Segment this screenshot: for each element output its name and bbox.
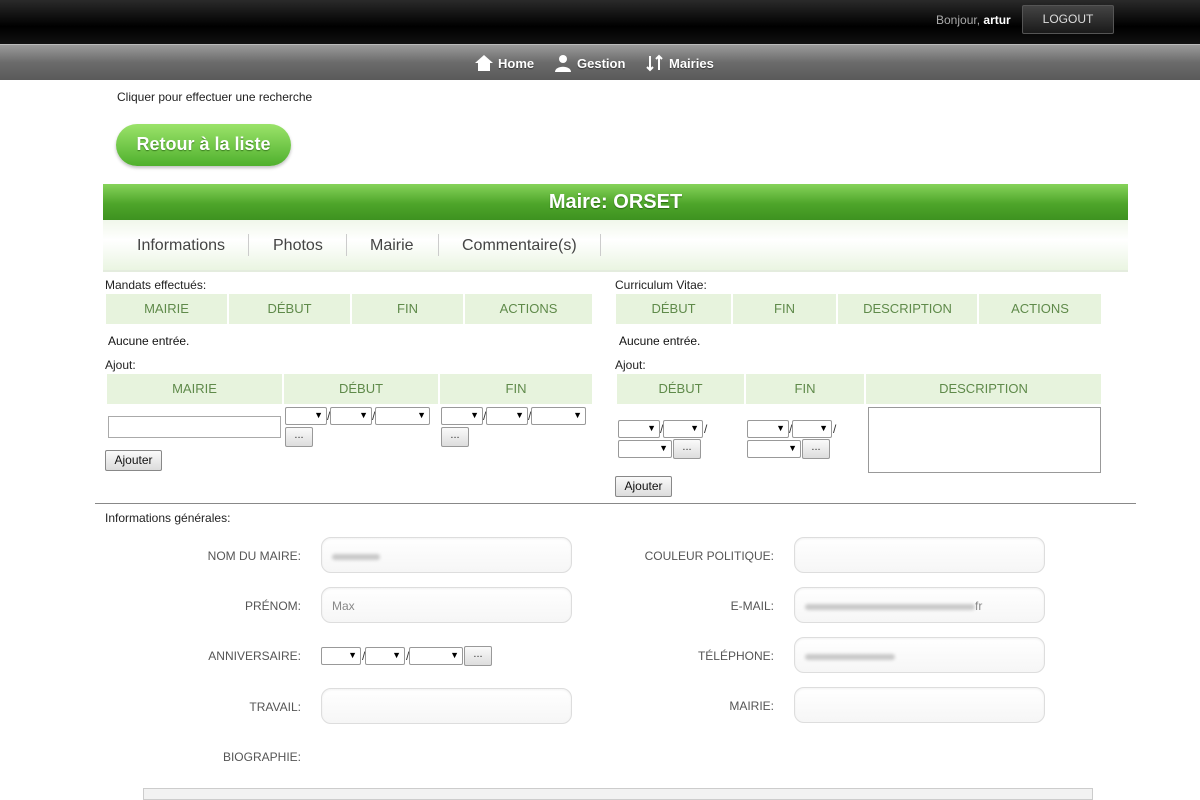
tab-separator xyxy=(248,234,249,256)
main-nav: Home Gestion Mairies xyxy=(0,44,1200,80)
mandats-header-actions: ACTIONS xyxy=(465,294,592,324)
couleur-input[interactable] xyxy=(794,537,1045,573)
biographie-editor[interactable] xyxy=(143,788,1093,800)
cv-header-fin: FIN xyxy=(733,294,836,324)
cv-add-header-debut: DÉBUT xyxy=(617,374,744,404)
back-to-list-button[interactable]: Retour à la liste xyxy=(116,124,291,166)
tab-informations[interactable]: Informations xyxy=(137,234,225,258)
cv-add-header-fin: FIN xyxy=(746,374,864,404)
mandat-debut-calendar-button[interactable]: ... xyxy=(285,427,313,447)
redacted-value xyxy=(805,653,895,660)
mandats-add-label: Ajout: xyxy=(105,358,136,372)
cv-debut-year-select[interactable] xyxy=(618,440,672,458)
nav-home-label: Home xyxy=(498,55,535,71)
email-suffix: fr xyxy=(975,599,983,613)
prenom-input[interactable]: Max xyxy=(321,587,572,623)
cv-debut-month-select[interactable] xyxy=(663,420,703,438)
mandats-header-fin: FIN xyxy=(352,294,463,324)
nav-mairies[interactable]: Mairies xyxy=(645,53,714,73)
mairie-label: MAIRIE: xyxy=(729,699,774,713)
mandat-fin-year-select[interactable] xyxy=(531,407,586,425)
nav-gestion-label: Gestion xyxy=(577,55,626,71)
telephone-label: TÉLÉPHONE: xyxy=(697,649,774,663)
username: artur xyxy=(983,13,1011,27)
telephone-input[interactable] xyxy=(794,637,1045,673)
nav-home[interactable]: Home xyxy=(474,53,534,73)
email-label: E-MAIL: xyxy=(730,599,774,613)
mandats-label: Mandats effectués: xyxy=(105,278,207,292)
section-divider xyxy=(95,503,1136,504)
user-icon xyxy=(553,53,573,73)
anniversaire-month-select[interactable] xyxy=(365,647,405,665)
redacted-value xyxy=(332,553,380,560)
cv-fin-calendar-button[interactable]: ... xyxy=(802,439,830,459)
cv-label: Curriculum Vitae: xyxy=(615,278,707,292)
cv-fin-year-select[interactable] xyxy=(747,440,801,458)
mairie-input[interactable] xyxy=(794,687,1045,723)
anniversaire-day-select[interactable] xyxy=(321,647,361,665)
date-separator: / xyxy=(833,422,837,436)
cv-debut-day-select[interactable] xyxy=(618,420,660,438)
tab-mairie[interactable]: Mairie xyxy=(370,234,414,258)
travail-label: TRAVAIL: xyxy=(249,700,301,714)
mandat-debut-day-select[interactable] xyxy=(285,407,327,425)
tab-photos[interactable]: Photos xyxy=(273,234,323,258)
mandats-header-mairie: MAIRIE xyxy=(106,294,227,324)
mandat-add-button[interactable]: Ajouter xyxy=(105,450,162,471)
home-icon xyxy=(474,53,494,73)
tabs-bar: Informations Photos Mairie Commentaire(s… xyxy=(103,220,1128,272)
cv-header-description: DESCRIPTION xyxy=(838,294,977,324)
cv-header-actions: ACTIONS xyxy=(979,294,1101,324)
mandat-fin-calendar-button[interactable]: ... xyxy=(441,427,469,447)
mandat-debut-month-select[interactable] xyxy=(330,407,372,425)
couleur-label: COULEUR POLITIQUE: xyxy=(644,549,774,563)
cv-header-debut: DÉBUT xyxy=(616,294,731,324)
anniversaire-calendar-button[interactable]: ... xyxy=(464,646,492,666)
nom-label: NOM DU MAIRE: xyxy=(207,549,301,563)
mandats-add-header-debut: DÉBUT xyxy=(284,374,438,404)
tab-commentaires[interactable]: Commentaire(s) xyxy=(462,234,577,258)
nav-mairies-label: Mairies xyxy=(669,55,714,71)
mandats-empty: Aucune entrée. xyxy=(108,334,190,348)
tab-separator xyxy=(600,234,601,256)
cv-debut-calendar-button[interactable]: ... xyxy=(673,439,701,459)
mandats-add-header-fin: FIN xyxy=(440,374,592,404)
nom-input[interactable] xyxy=(321,537,572,573)
tab-separator xyxy=(438,234,439,256)
search-link[interactable]: Cliquer pour effectuer une recherche xyxy=(117,90,312,104)
mandats-add-header-mairie: MAIRIE xyxy=(107,374,282,404)
tab-separator xyxy=(346,234,347,256)
anniversaire-label: ANNIVERSAIRE: xyxy=(208,649,301,663)
top-bar: Bonjour, artur LOGOUT xyxy=(0,0,1200,44)
redacted-value xyxy=(805,603,975,610)
cv-fin-month-select[interactable] xyxy=(792,420,832,438)
mandat-mairie-input[interactable] xyxy=(108,416,281,438)
email-input[interactable]: fr xyxy=(794,587,1045,623)
cv-add-button[interactable]: Ajouter xyxy=(615,476,672,497)
cv-add-header-description: DESCRIPTION xyxy=(866,374,1101,404)
prenom-label: PRÉNOM: xyxy=(244,599,301,613)
mandat-fin-month-select[interactable] xyxy=(486,407,528,425)
sort-arrows-icon xyxy=(645,53,665,73)
date-separator: / xyxy=(704,422,708,436)
mandats-header-debut: DÉBUT xyxy=(229,294,350,324)
anniversaire-year-select[interactable] xyxy=(409,647,463,665)
travail-input[interactable] xyxy=(321,688,572,724)
greeting: Bonjour, artur xyxy=(936,13,1011,27)
cv-description-textarea[interactable] xyxy=(868,407,1101,473)
cv-fin-day-select[interactable] xyxy=(747,420,789,438)
logout-button[interactable]: LOGOUT xyxy=(1022,5,1114,34)
biographie-label: BIOGRAPHIE: xyxy=(222,750,301,764)
greeting-prefix: Bonjour, xyxy=(936,13,981,27)
page-title: Maire: ORSET xyxy=(103,184,1128,220)
nav-gestion[interactable]: Gestion xyxy=(553,53,625,73)
mandat-debut-year-select[interactable] xyxy=(375,407,430,425)
general-label: Informations générales: xyxy=(105,511,231,525)
cv-add-label: Ajout: xyxy=(615,358,646,372)
cv-empty: Aucune entrée. xyxy=(619,334,701,348)
mandat-fin-day-select[interactable] xyxy=(441,407,483,425)
